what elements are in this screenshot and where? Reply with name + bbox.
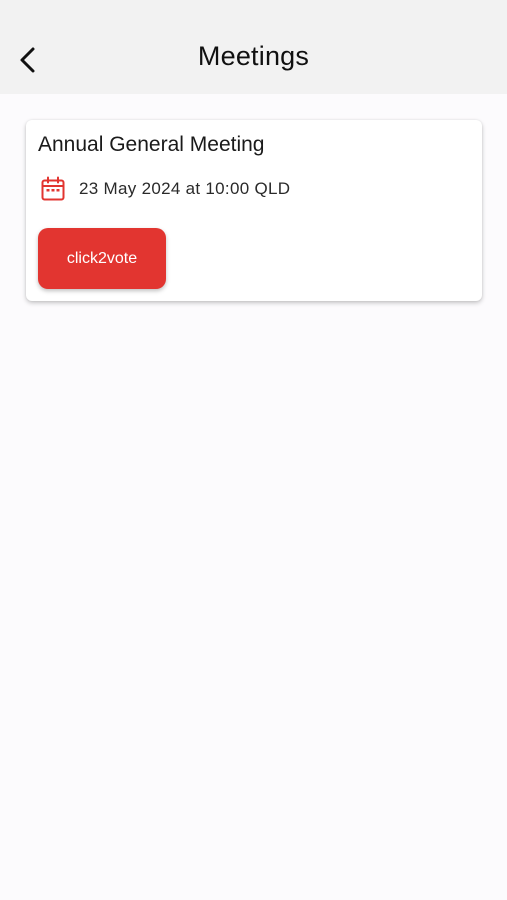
meeting-title: Annual General Meeting: [38, 133, 265, 156]
click2vote-button[interactable]: click2vote: [38, 228, 166, 289]
calendar-icon: [41, 176, 65, 201]
app-bar: Meetings: [0, 0, 507, 94]
meeting-card: Annual General Meeting 23 May 2024 at 10…: [26, 120, 482, 301]
meeting-date: 23 May 2024 at 10:00 QLD: [79, 179, 291, 198]
page-title: Meetings: [197, 41, 310, 71]
